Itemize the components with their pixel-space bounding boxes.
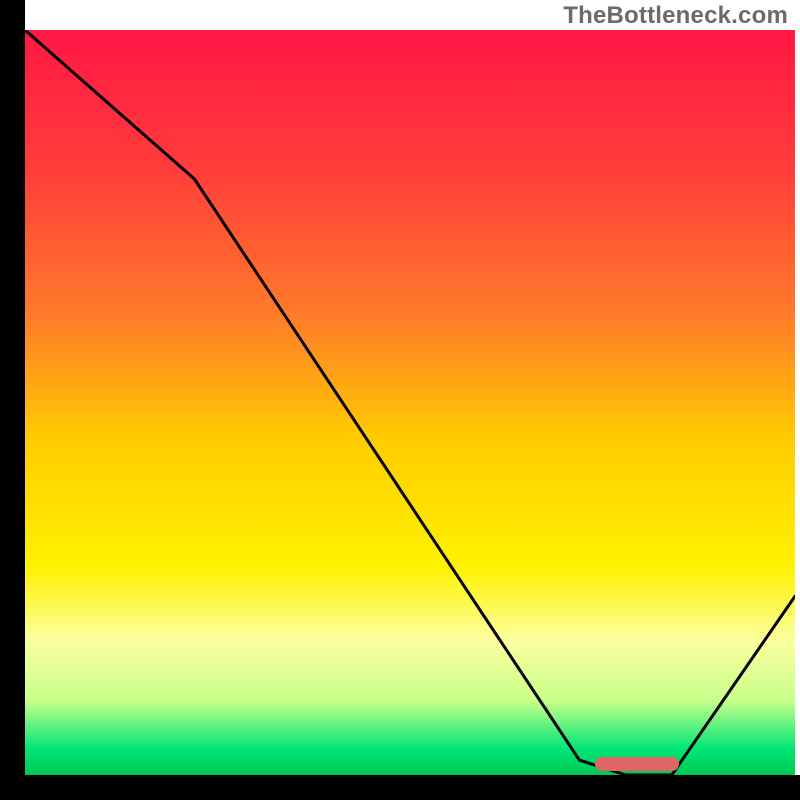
x-axis <box>0 775 800 800</box>
gradient-fill <box>25 30 795 775</box>
y-axis <box>0 0 25 800</box>
plot-area <box>25 30 795 775</box>
watermark-text: TheBottleneck.com <box>563 2 788 30</box>
optimal-range-marker <box>595 757 680 771</box>
chart-root: TheBottleneck.com <box>0 0 800 800</box>
plot-svg <box>25 30 795 775</box>
